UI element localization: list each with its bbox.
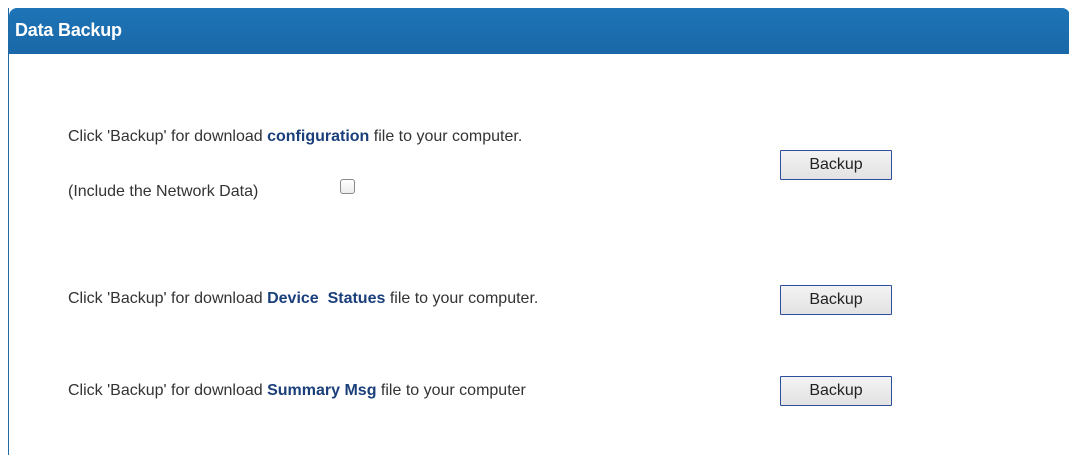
summary-desc-prefix: Click 'Backup' for download (68, 382, 268, 399)
device-desc-bold: Device Statues (267, 290, 386, 307)
config-backup-button[interactable]: Backup (780, 150, 892, 180)
device-desc-suffix: file to your computer. (385, 290, 539, 307)
config-desc-bold: configuration (267, 128, 370, 145)
config-desc-prefix: Click 'Backup' for download (68, 128, 268, 145)
summary-desc-suffix: file to your computer (376, 382, 526, 399)
config-backup-description: Click 'Backup' for download configuratio… (68, 128, 522, 146)
config-desc-suffix: file to your computer. (369, 128, 523, 145)
network-data-label: (Include the Network Data) (68, 183, 259, 200)
device-statues-backup-description: Click 'Backup' for download Device Statu… (68, 290, 538, 308)
panel-header: Data Backup (9, 8, 1069, 54)
include-network-data-checkbox[interactable] (340, 179, 355, 194)
summary-msg-backup-button[interactable]: Backup (780, 376, 892, 406)
summary-desc-bold: Summary Msg (267, 382, 377, 399)
device-desc-prefix: Click 'Backup' for download (68, 290, 268, 307)
summary-msg-backup-description: Click 'Backup' for download Summary Msg … (68, 382, 526, 400)
device-statues-backup-button[interactable]: Backup (780, 285, 892, 315)
panel-title: Data Backup (15, 20, 122, 40)
